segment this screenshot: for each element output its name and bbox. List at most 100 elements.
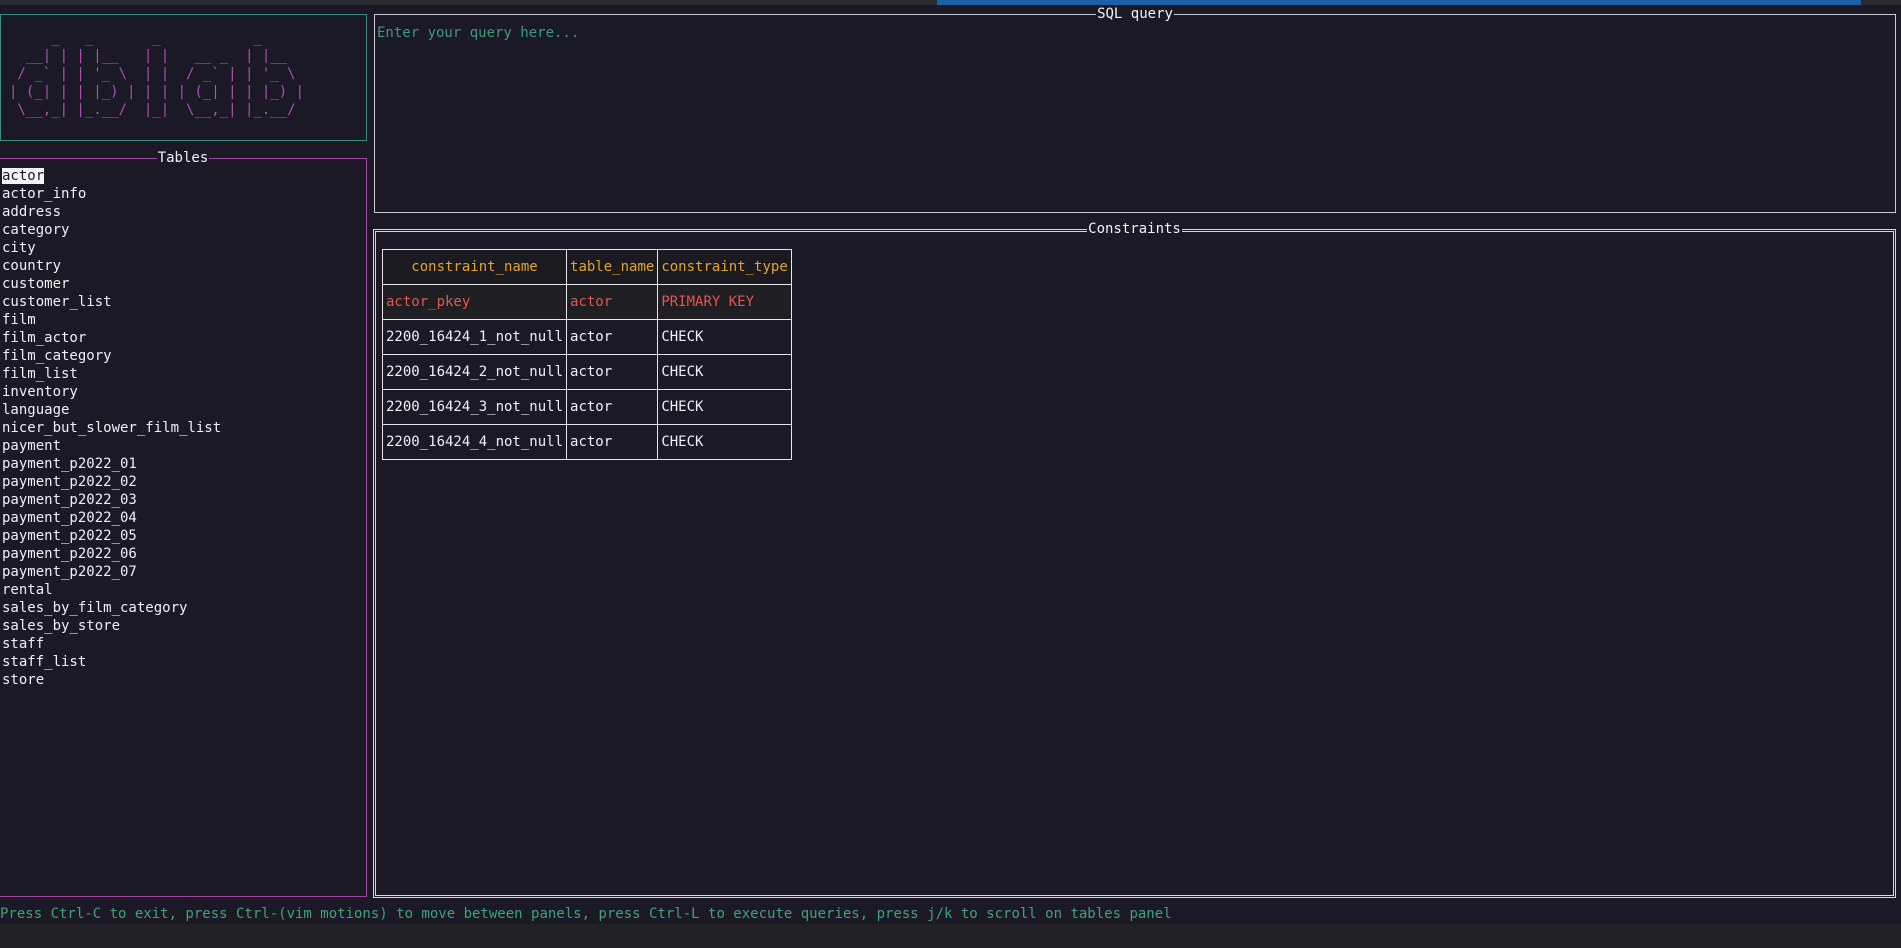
sql-panel-title-text: SQL query <box>1096 6 1174 22</box>
table-header-row: constraint_name table_name constraint_ty… <box>381 249 792 285</box>
table-list-item-label: film_category <box>2 348 112 364</box>
table-list-item[interactable]: nicer_but_slower_film_list <box>2 419 221 437</box>
table-list-item-label: customer_list <box>2 294 112 310</box>
table-list-item-label: actor <box>2 168 45 184</box>
column-header: table_name <box>566 249 659 285</box>
table-cell: CHECK <box>657 319 792 355</box>
table-list-item-label: film <box>2 312 36 328</box>
table-list-item[interactable]: customer <box>2 275 221 293</box>
status-bar: Press Ctrl-C to exit, press Ctrl-(vim mo… <box>0 906 1172 922</box>
table-list-item[interactable]: address <box>2 203 221 221</box>
sql-query-panel[interactable]: SQL query <box>374 6 1896 213</box>
table-list-item[interactable]: film <box>2 311 221 329</box>
table-list-item-label: store <box>2 672 45 688</box>
logo-panel: _ _ _ _ __| | | |__ | | __ _ | |__ / _` … <box>0 14 367 141</box>
bottom-strip <box>0 924 1901 948</box>
table-row[interactable]: 2200_16424_3_not_null actor CHECK <box>381 389 792 425</box>
table-list-item-label: staff <box>2 636 45 652</box>
table-list-item-label: payment <box>2 438 62 454</box>
table-list-item[interactable]: payment_p2022_03 <box>2 491 221 509</box>
table-list-item[interactable]: payment_p2022_02 <box>2 473 221 491</box>
logo-ascii-art: _ _ _ _ __| | | |__ | | __ _ | |__ / _` … <box>9 30 305 118</box>
table-cell: 2200_16424_2_not_null <box>381 354 568 390</box>
table-row[interactable]: actor_pkey actor PRIMARY KEY <box>381 284 792 320</box>
table-cell: actor_pkey <box>381 284 568 320</box>
table-list-item[interactable]: store <box>2 671 221 689</box>
table-list-item[interactable]: city <box>2 239 221 257</box>
app-window: _ _ _ _ __| | | |__ | | __ _ | |__ / _` … <box>0 0 1901 948</box>
table-list-item[interactable]: inventory <box>2 383 221 401</box>
table-list-item-label: country <box>2 258 62 274</box>
table-list-item-label: actor_info <box>2 186 87 202</box>
table-list-item-label: film_actor <box>2 330 87 346</box>
table-cell: actor <box>566 319 659 355</box>
table-list-item-label: payment_p2022_03 <box>2 492 137 508</box>
table-cell: actor <box>566 354 659 390</box>
table-list-item-label: address <box>2 204 62 220</box>
table-list-item-label: nicer_but_slower_film_list <box>2 420 222 436</box>
table-row[interactable]: 2200_16424_2_not_null actor CHECK <box>381 354 792 390</box>
table-list-item[interactable]: sales_by_film_category <box>2 599 221 617</box>
column-header: constraint_type <box>657 249 792 285</box>
table-list-item-label: rental <box>2 582 53 598</box>
table-cell: PRIMARY KEY <box>657 284 792 320</box>
table-list-item-label: payment_p2022_05 <box>2 528 137 544</box>
table-list-item[interactable]: actor <box>2 167 221 185</box>
tables-list[interactable]: actor actor_infoaddress category city countr… <box>2 167 221 689</box>
tables-panel-title: Tables <box>0 150 366 166</box>
constraints-table: constraint_name table_name constraint_ty… <box>381 249 792 460</box>
table-list-item[interactable]: payment_p2022_07 <box>2 563 221 581</box>
top-accent-bar <box>937 0 1861 5</box>
table-list-item-label: staff_list <box>2 654 87 670</box>
table-list-item[interactable]: payment <box>2 437 221 455</box>
table-cell: actor <box>566 424 659 460</box>
table-list-item-label: sales_by_film_category <box>2 600 188 616</box>
table-list-item[interactable]: language <box>2 401 221 419</box>
table-list-item-label: sales_by_store <box>2 618 121 634</box>
table-list-item[interactable]: customer_list <box>2 293 221 311</box>
table-cell: 2200_16424_4_not_null <box>381 424 568 460</box>
table-list-item-label: inventory <box>2 384 78 400</box>
table-row[interactable]: 2200_16424_1_not_null actor CHECK <box>381 319 792 355</box>
constraints-panel[interactable]: Constraints constraint_name table_name c… <box>373 221 1896 898</box>
table-list-item[interactable]: actor_info <box>2 185 221 203</box>
sql-query-input[interactable] <box>377 23 1877 43</box>
table-list-item[interactable]: film_actor <box>2 329 221 347</box>
constraints-panel-title-text: Constraints <box>1087 221 1182 237</box>
table-list-item-label: city <box>2 240 36 256</box>
tables-panel[interactable]: Tables actor actor_infoaddress category cit… <box>0 150 367 897</box>
table-cell: actor <box>566 389 659 425</box>
table-list-item-label: language <box>2 402 70 418</box>
table-list-item[interactable]: film_list <box>2 365 221 383</box>
table-cell: 2200_16424_3_not_null <box>381 389 568 425</box>
table-list-item[interactable]: payment_p2022_01 <box>2 455 221 473</box>
table-cell: actor <box>566 284 659 320</box>
table-list-item-label: film_list <box>2 366 78 382</box>
table-list-item[interactable]: category <box>2 221 221 239</box>
table-list-item[interactable]: sales_by_store <box>2 617 221 635</box>
table-list-item[interactable]: payment_p2022_05 <box>2 527 221 545</box>
table-list-item-label: payment_p2022_07 <box>2 564 137 580</box>
table-list-item-label: category <box>2 222 70 238</box>
table-list-item-label: customer <box>2 276 70 292</box>
table-list-item[interactable]: rental <box>2 581 221 599</box>
table-list-item[interactable]: country <box>2 257 221 275</box>
table-list-item[interactable]: film_category <box>2 347 221 365</box>
table-list-item[interactable]: payment_p2022_06 <box>2 545 221 563</box>
constraints-table-body: actor_pkey actor PRIMARY KEY 2200_16424_1_n… <box>381 284 792 460</box>
constraints-panel-title: Constraints <box>376 221 1893 237</box>
table-list-item-label: payment_p2022_06 <box>2 546 137 562</box>
column-header: constraint_name <box>381 249 568 285</box>
table-cell: CHECK <box>657 424 792 460</box>
table-list-item[interactable]: staff_list <box>2 653 221 671</box>
sql-panel-title: SQL query <box>375 6 1895 22</box>
table-list-item[interactable]: payment_p2022_04 <box>2 509 221 527</box>
table-list-item-label: payment_p2022_04 <box>2 510 137 526</box>
table-list-item-label: payment_p2022_02 <box>2 474 137 490</box>
table-cell: CHECK <box>657 354 792 390</box>
table-list-item[interactable]: staff <box>2 635 221 653</box>
table-row[interactable]: 2200_16424_4_not_null actor CHECK <box>381 424 792 460</box>
tables-panel-title-text: Tables <box>156 150 210 166</box>
table-list-item-label: payment_p2022_01 <box>2 456 137 472</box>
table-cell: CHECK <box>657 389 792 425</box>
